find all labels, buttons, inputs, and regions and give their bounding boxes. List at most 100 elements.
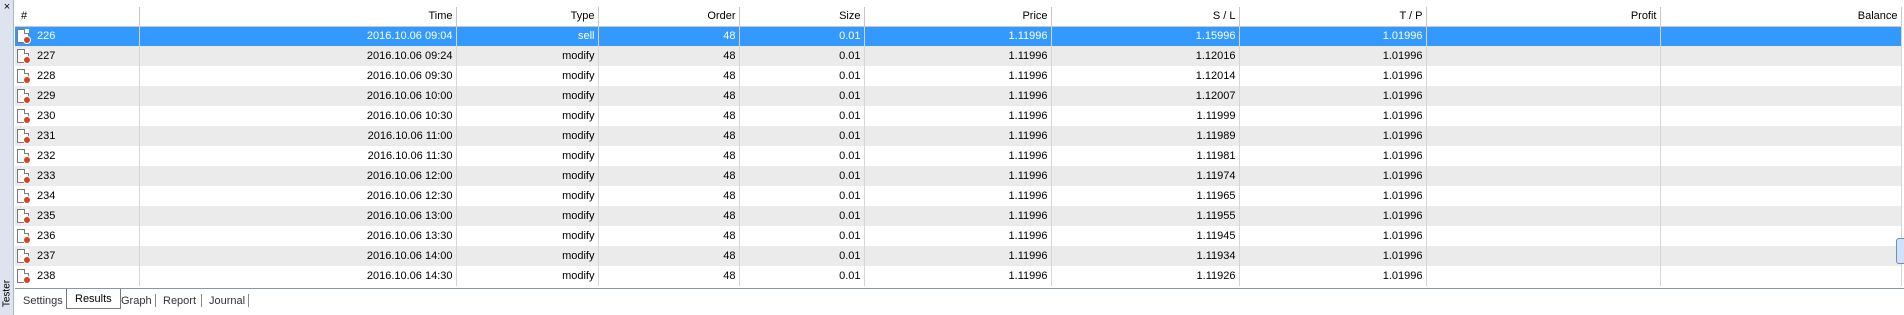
cell-number: 230 — [15, 106, 140, 126]
cell-balance — [1660, 166, 1902, 186]
results-grid: # Time Type Order Size Price S / L T / P… — [15, 7, 1902, 286]
table-row[interactable]: 231 2016.10.06 11:00 modify 48 0.01 1.11996 1.… — [15, 126, 1902, 146]
cell-sl: 1.15996 — [1051, 26, 1240, 46]
column-header-sl[interactable]: S / L — [1051, 7, 1240, 27]
cell-profit — [1426, 86, 1661, 106]
cell-number: 227 — [15, 46, 140, 66]
table-row[interactable]: 226 2016.10.06 09:04 sell 48 0.01 1.11996 1.15… — [15, 26, 1902, 46]
table-row[interactable]: 235 2016.10.06 13:00 modify 48 0.01 1.11996 1.… — [15, 206, 1902, 226]
cell-type: sell — [456, 26, 599, 46]
cell-sl: 1.12014 — [1051, 66, 1240, 86]
table-row[interactable]: 236 2016.10.06 13:30 modify 48 0.01 1.11996 1.… — [15, 226, 1902, 246]
cell-time: 2016.10.06 10:00 — [139, 86, 457, 106]
cell-order: 48 — [598, 66, 740, 86]
table-row[interactable]: 234 2016.10.06 12:30 modify 48 0.01 1.11996 1.… — [15, 186, 1902, 206]
cell-type: modify — [456, 126, 599, 146]
cell-balance — [1660, 246, 1902, 266]
column-header-balance[interactable]: Balance — [1660, 7, 1902, 27]
cell-profit — [1426, 46, 1661, 66]
cell-time: 2016.10.06 14:30 — [139, 266, 457, 286]
cell-type: modify — [456, 246, 599, 266]
table-row[interactable]: 233 2016.10.06 12:00 modify 48 0.01 1.11996 1.… — [15, 166, 1902, 186]
cell-number: 236 — [15, 226, 140, 246]
cell-order: 48 — [598, 46, 740, 66]
order-modify-icon — [17, 169, 31, 184]
tab-report[interactable]: Report — [163, 291, 196, 311]
tab-journal[interactable]: Journal — [209, 291, 245, 311]
tester-label-text: Tester — [1, 279, 13, 308]
column-header-tp[interactable]: T / P — [1239, 7, 1427, 27]
cell-price: 1.11996 — [864, 46, 1052, 66]
cell-tp: 1.01996 — [1239, 166, 1427, 186]
table-row[interactable]: 229 2016.10.06 10:00 modify 48 0.01 1.11996 1.… — [15, 86, 1902, 106]
cell-sl: 1.11974 — [1051, 166, 1240, 186]
cell-price: 1.11996 — [864, 246, 1052, 266]
cell-price: 1.11996 — [864, 66, 1052, 86]
tab-results[interactable]: Results — [66, 289, 121, 309]
cell-time: 2016.10.06 10:30 — [139, 106, 457, 126]
column-header-row: # Time Type Order Size Price S / L T / P… — [15, 7, 1902, 27]
cell-type: modify — [456, 86, 599, 106]
cell-order: 48 — [598, 246, 740, 266]
cell-size: 0.01 — [739, 266, 865, 286]
cell-size: 0.01 — [739, 26, 865, 46]
tab-graph[interactable]: Graph — [121, 291, 152, 311]
cell-sl: 1.11934 — [1051, 246, 1240, 266]
cell-tp: 1.01996 — [1239, 126, 1427, 146]
table-row[interactable]: 232 2016.10.06 11:30 modify 48 0.01 1.11996 1.… — [15, 146, 1902, 166]
cell-balance — [1660, 146, 1902, 166]
cell-time: 2016.10.06 12:00 — [139, 166, 457, 186]
column-header-type[interactable]: Type — [456, 7, 599, 27]
order-modify-icon — [17, 89, 31, 104]
row-number: 230 — [37, 110, 56, 122]
tab-separator — [155, 294, 156, 307]
cell-sl: 1.11955 — [1051, 206, 1240, 226]
close-icon[interactable]: × — [2, 1, 12, 13]
table-row[interactable]: 228 2016.10.06 09:30 modify 48 0.01 1.11996 1.… — [15, 66, 1902, 86]
column-header-price[interactable]: Price — [864, 7, 1052, 27]
row-number: 231 — [37, 130, 56, 142]
cell-time: 2016.10.06 13:00 — [139, 206, 457, 226]
order-modify-icon — [17, 209, 31, 224]
cell-price: 1.11996 — [864, 166, 1052, 186]
cell-price: 1.11996 — [864, 266, 1052, 286]
cell-number: 226 — [15, 26, 140, 46]
column-header-time[interactable]: Time — [139, 7, 457, 27]
cell-profit — [1426, 126, 1661, 146]
cell-order: 48 — [598, 166, 740, 186]
table-row[interactable]: 230 2016.10.06 10:30 modify 48 0.01 1.11996 1.… — [15, 106, 1902, 126]
cell-order: 48 — [598, 106, 740, 126]
cell-tp: 1.01996 — [1239, 46, 1427, 66]
cell-profit — [1426, 266, 1661, 286]
row-number: 232 — [37, 150, 56, 162]
order-modify-icon — [17, 29, 31, 45]
tab-settings[interactable]: Settings — [23, 291, 63, 311]
cell-order: 48 — [598, 186, 740, 206]
cell-price: 1.11996 — [864, 26, 1052, 46]
cell-type: modify — [456, 166, 599, 186]
table-row[interactable]: 227 2016.10.06 09:24 modify 48 0.01 1.11996 1.… — [15, 46, 1902, 66]
cell-type: modify — [456, 226, 599, 246]
cell-order: 48 — [598, 226, 740, 246]
table-row[interactable]: 238 2016.10.06 14:30 modify 48 0.01 1.11996 1.… — [15, 266, 1902, 286]
order-modify-icon — [17, 109, 31, 124]
order-modify-icon — [17, 129, 31, 144]
cell-sl: 1.11965 — [1051, 186, 1240, 206]
table-row[interactable]: 237 2016.10.06 14:00 modify 48 0.01 1.11996 1.… — [15, 246, 1902, 266]
cell-profit — [1426, 66, 1661, 86]
cell-profit — [1426, 226, 1661, 246]
tester-side-strip: × Tester — [0, 0, 14, 315]
scroll-handle[interactable] — [1896, 238, 1904, 264]
cell-price: 1.11996 — [864, 206, 1052, 226]
cell-size: 0.01 — [739, 226, 865, 246]
column-header-size[interactable]: Size — [739, 7, 865, 27]
column-header-number[interactable]: # — [15, 7, 140, 27]
cell-type: modify — [456, 266, 599, 286]
column-header-order[interactable]: Order — [598, 7, 740, 27]
cell-tp: 1.01996 — [1239, 226, 1427, 246]
cell-balance — [1660, 206, 1902, 226]
cell-price: 1.11996 — [864, 106, 1052, 126]
cell-order: 48 — [598, 26, 740, 46]
cell-sl: 1.12016 — [1051, 46, 1240, 66]
column-header-profit[interactable]: Profit — [1426, 7, 1661, 27]
